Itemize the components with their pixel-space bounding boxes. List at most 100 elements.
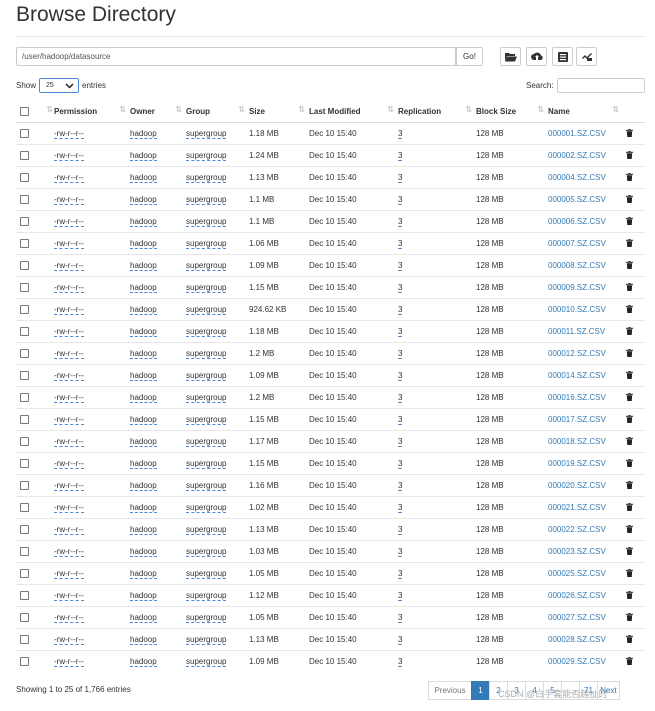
group-link[interactable]: supergroup (186, 415, 227, 425)
file-name-link[interactable]: 000021.SZ.CSV (548, 503, 606, 512)
group-link[interactable]: supergroup (186, 261, 227, 271)
column-header-last-modified[interactable]: Last Modified ⇅ (309, 100, 398, 123)
permission-link[interactable]: -rw-r--r-- (54, 415, 84, 425)
replication-link[interactable]: 3 (398, 195, 403, 205)
row-checkbox[interactable] (20, 503, 29, 513)
group-link[interactable]: supergroup (186, 305, 227, 315)
row-checkbox[interactable] (20, 437, 29, 447)
delete-button[interactable] (626, 436, 633, 447)
owner-link[interactable]: hadoop (130, 371, 157, 381)
file-name-link[interactable]: 000016.SZ.CSV (548, 393, 606, 402)
replication-link[interactable]: 3 (398, 525, 403, 535)
file-name-link[interactable]: 000023.SZ.CSV (548, 547, 606, 556)
permission-link[interactable]: -rw-r--r-- (54, 305, 84, 315)
group-link[interactable]: supergroup (186, 569, 227, 579)
replication-link[interactable]: 3 (398, 327, 403, 337)
row-checkbox[interactable] (20, 657, 29, 667)
delete-button[interactable] (626, 568, 633, 579)
row-checkbox[interactable] (20, 283, 29, 293)
row-checkbox[interactable] (20, 151, 29, 161)
owner-link[interactable]: hadoop (130, 437, 157, 447)
owner-link[interactable]: hadoop (130, 195, 157, 205)
delete-button[interactable] (626, 392, 633, 403)
group-link[interactable]: supergroup (186, 591, 227, 601)
file-name-link[interactable]: 000029.SZ.CSV (548, 657, 606, 666)
owner-link[interactable]: hadoop (130, 283, 157, 293)
delete-button[interactable] (626, 656, 633, 667)
group-link[interactable]: supergroup (186, 349, 227, 359)
row-checkbox[interactable] (20, 613, 29, 623)
pagination-previous[interactable]: Previous (428, 681, 472, 700)
group-link[interactable]: supergroup (186, 547, 227, 557)
delete-button[interactable] (626, 304, 633, 315)
permission-link[interactable]: -rw-r--r-- (54, 547, 84, 557)
permission-link[interactable]: -rw-r--r-- (54, 393, 84, 403)
file-name-link[interactable]: 000026.SZ.CSV (548, 591, 606, 600)
row-checkbox[interactable] (20, 459, 29, 469)
owner-link[interactable]: hadoop (130, 525, 157, 535)
owner-link[interactable]: hadoop (130, 547, 157, 557)
file-name-link[interactable]: 000025.SZ.CSV (548, 569, 606, 578)
owner-link[interactable]: hadoop (130, 459, 157, 469)
replication-link[interactable]: 3 (398, 129, 403, 139)
row-checkbox[interactable] (20, 129, 29, 139)
delete-button[interactable] (626, 348, 633, 359)
delete-button[interactable] (626, 260, 633, 271)
replication-link[interactable]: 3 (398, 393, 403, 403)
owner-link[interactable]: hadoop (130, 151, 157, 161)
permission-link[interactable]: -rw-r--r-- (54, 371, 84, 381)
owner-link[interactable]: hadoop (130, 481, 157, 491)
file-name-link[interactable]: 000005.SZ.CSV (548, 195, 606, 204)
file-name-link[interactable]: 000012.SZ.CSV (548, 349, 606, 358)
replication-link[interactable]: 3 (398, 459, 403, 469)
file-name-link[interactable]: 000028.SZ.CSV (548, 635, 606, 644)
row-checkbox[interactable] (20, 195, 29, 205)
file-name-link[interactable]: 000004.SZ.CSV (548, 173, 606, 182)
permission-link[interactable]: -rw-r--r-- (54, 283, 84, 293)
owner-link[interactable]: hadoop (130, 657, 157, 667)
permission-link[interactable]: -rw-r--r-- (54, 437, 84, 447)
row-checkbox[interactable] (20, 327, 29, 337)
column-header-size[interactable]: Size ⇅ (249, 100, 309, 123)
owner-link[interactable]: hadoop (130, 327, 157, 337)
row-checkbox[interactable] (20, 547, 29, 557)
permission-link[interactable]: -rw-r--r-- (54, 569, 84, 579)
row-checkbox[interactable] (20, 591, 29, 601)
owner-link[interactable]: hadoop (130, 349, 157, 359)
file-name-link[interactable]: 000011.SZ.CSV (548, 327, 605, 336)
owner-link[interactable]: hadoop (130, 305, 157, 315)
row-checkbox[interactable] (20, 217, 29, 227)
directory-path-input[interactable] (16, 47, 456, 66)
owner-link[interactable]: hadoop (130, 173, 157, 183)
delete-button[interactable] (626, 370, 633, 381)
delete-button[interactable] (626, 546, 633, 557)
create-directory-button[interactable] (500, 47, 521, 66)
owner-link[interactable]: hadoop (130, 393, 157, 403)
go-button[interactable]: Go! (456, 47, 483, 66)
permission-link[interactable]: -rw-r--r-- (54, 327, 84, 337)
paste-button[interactable] (576, 47, 597, 66)
permission-link[interactable]: -rw-r--r-- (54, 195, 84, 205)
replication-link[interactable]: 3 (398, 371, 403, 381)
row-checkbox[interactable] (20, 349, 29, 359)
file-name-link[interactable]: 000007.SZ.CSV (548, 239, 606, 248)
permission-link[interactable]: -rw-r--r-- (54, 503, 84, 513)
owner-link[interactable]: hadoop (130, 239, 157, 249)
owner-link[interactable]: hadoop (130, 503, 157, 513)
entries-per-page-select[interactable]: 25 (39, 78, 80, 93)
row-checkbox[interactable] (20, 305, 29, 315)
replication-link[interactable]: 3 (398, 591, 403, 601)
column-header-permission[interactable]: Permission ⇅ (54, 100, 130, 123)
row-checkbox[interactable] (20, 173, 29, 183)
permission-link[interactable]: -rw-r--r-- (54, 349, 84, 359)
cut-button[interactable] (552, 47, 573, 66)
permission-link[interactable]: -rw-r--r-- (54, 635, 84, 645)
sort-header-index[interactable]: ⇅ (36, 100, 54, 123)
permission-link[interactable]: -rw-r--r-- (54, 151, 84, 161)
delete-button[interactable] (626, 194, 633, 205)
replication-link[interactable]: 3 (398, 217, 403, 227)
permission-link[interactable]: -rw-r--r-- (54, 217, 84, 227)
row-checkbox[interactable] (20, 415, 29, 425)
row-checkbox[interactable] (20, 261, 29, 271)
delete-button[interactable] (626, 216, 633, 227)
